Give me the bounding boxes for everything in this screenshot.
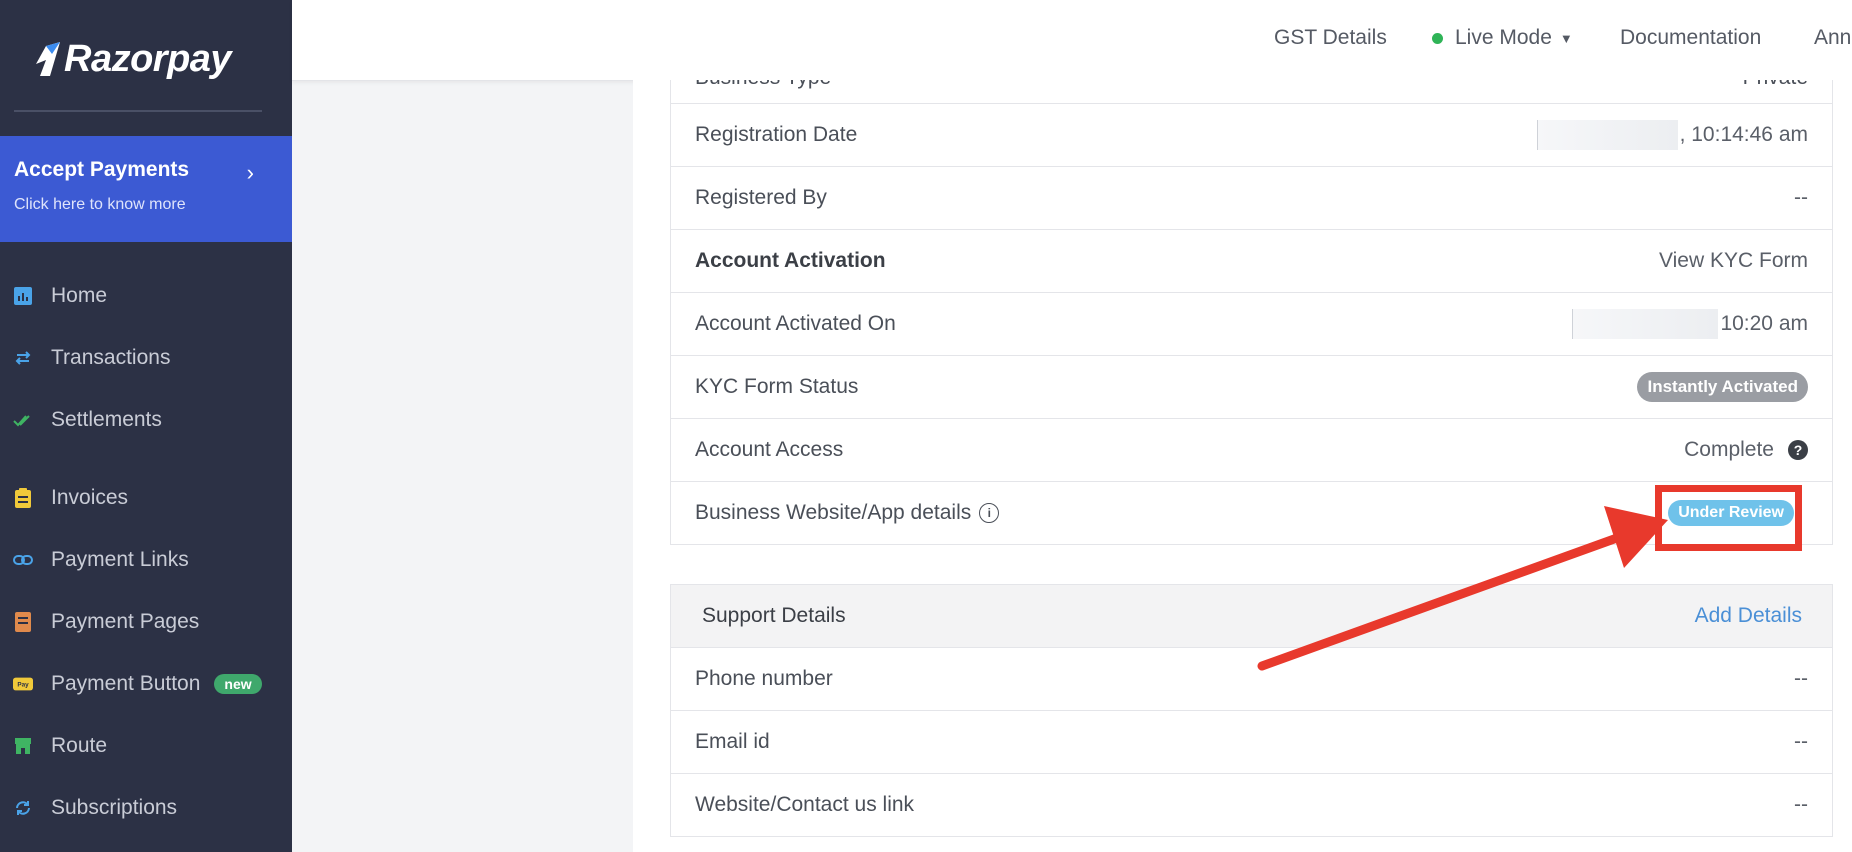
- kyc-status-badge: Instantly Activated: [1637, 372, 1808, 402]
- sidebar-item-payment-pages[interactable]: Payment Pages: [13, 604, 199, 640]
- account-activation-row: Account Activation View KYC Form: [670, 230, 1833, 293]
- kyc-form-status-row: KYC Form Status Instantly Activated: [670, 356, 1833, 419]
- account-access-row: Account Access Complete ?: [670, 419, 1833, 482]
- website-contact-row: Website/Contact us link --: [670, 774, 1833, 837]
- caret-down-icon: ▼: [1559, 30, 1573, 46]
- sidebar-item-settlements[interactable]: Settlements: [13, 402, 162, 438]
- page-icon: [13, 612, 33, 632]
- chart-icon: [13, 286, 33, 306]
- info-icon[interactable]: i: [979, 503, 1000, 523]
- activated-on-value: 10:20 am: [1572, 309, 1808, 339]
- sidebar-item-transactions[interactable]: Transactions: [13, 340, 170, 376]
- gst-details-link[interactable]: GST Details: [1274, 26, 1387, 50]
- registration-time: , 10:14:46 am: [1679, 123, 1808, 146]
- swap-icon: [13, 348, 33, 368]
- promo-title: Accept Payments: [14, 158, 190, 181]
- row-label: KYC Form Status: [695, 375, 859, 398]
- question-mark-icon[interactable]: ?: [1788, 440, 1808, 460]
- new-badge: new: [214, 674, 262, 694]
- sidebar-item-label: Settlements: [51, 408, 162, 431]
- sidebar-item-invoices[interactable]: Invoices: [13, 480, 128, 516]
- redacted-block: [1536, 120, 1678, 150]
- user-name-partial: Ann: [1814, 26, 1852, 49]
- registration-date-row: Registration Date , 10:14:46 am: [670, 104, 1833, 167]
- sidebar-item-label: Route: [51, 734, 108, 757]
- sidebar-item-label: Home: [51, 284, 108, 307]
- business-type-value: Private: [1743, 80, 1808, 90]
- svg-text:Pay: Pay: [17, 682, 29, 689]
- user-menu[interactable]: Ann: [1814, 26, 1851, 50]
- razorpay-logo[interactable]: Razorpay: [36, 34, 232, 84]
- documentation-link[interactable]: Documentation: [1620, 26, 1761, 50]
- registration-date-value: , 10:14:46 am: [1536, 120, 1808, 150]
- invoice-icon: [13, 488, 33, 508]
- section-label: Account Activation: [695, 249, 886, 272]
- support-details-title: Support Details: [702, 604, 846, 627]
- row-label: Email id: [695, 730, 770, 753]
- refresh-icon: [13, 798, 33, 818]
- top-bar: GST Details Live Mode ▼ Documentation An…: [292, 0, 1852, 81]
- sidebar-item-subscriptions[interactable]: Subscriptions: [13, 790, 177, 826]
- documentation-label: Documentation: [1620, 26, 1762, 49]
- sidebar-item-label: Payment Pages: [51, 610, 200, 633]
- business-type-row: Business Type Private: [670, 80, 1833, 104]
- annotation-highlight-box: [1655, 485, 1802, 551]
- sidebar-divider: [14, 110, 262, 112]
- row-value: --: [1794, 667, 1808, 690]
- sidebar-item-label: Payment Button: [51, 672, 201, 695]
- sidebar-item-home[interactable]: Home: [13, 278, 107, 314]
- account-access-value: Complete: [1684, 438, 1774, 461]
- add-details-link[interactable]: Add Details: [1695, 604, 1802, 628]
- live-mode-label: Live Mode: [1455, 26, 1552, 49]
- store-icon: [13, 736, 33, 756]
- redacted-block: [1572, 309, 1719, 339]
- sidebar-item-route[interactable]: Route: [13, 728, 107, 764]
- row-value: --: [1794, 730, 1808, 753]
- row-value: --: [1794, 793, 1808, 816]
- chevron-right-icon: ›: [246, 160, 254, 185]
- sidebar-item-payment-links[interactable]: Payment Links: [13, 542, 189, 578]
- activated-time: 10:20 am: [1720, 312, 1808, 335]
- sidebar-item-label: Invoices: [51, 486, 129, 509]
- promo-subtitle: Click here to know more: [14, 196, 186, 213]
- sidebar-item-label: Subscriptions: [51, 796, 178, 819]
- row-label: Phone number: [695, 667, 833, 690]
- pay-button-icon: Pay: [13, 674, 33, 694]
- live-status-dot-icon: [1432, 32, 1443, 44]
- view-kyc-form-link[interactable]: View KYC Form: [1659, 249, 1808, 273]
- sidebar-item-payment-button[interactable]: Pay Payment Button new: [13, 666, 262, 702]
- sidebar-item-label: Payment Links: [51, 548, 189, 571]
- logo-text: Razorpay: [64, 37, 232, 80]
- double-check-icon: [13, 410, 33, 430]
- link-icon: [13, 550, 33, 570]
- row-value: --: [1794, 186, 1808, 209]
- row-label: Account Access: [695, 438, 844, 461]
- row-label: Registered By: [695, 186, 827, 209]
- gst-details-label: GST Details: [1274, 26, 1387, 49]
- live-mode-dropdown[interactable]: Live Mode ▼: [1432, 26, 1573, 50]
- support-details-header: Support Details Add Details: [670, 584, 1833, 648]
- row-label: Account Activated On: [695, 312, 896, 335]
- row-label: Website/Contact us link: [695, 793, 915, 816]
- phone-number-row: Phone number --: [670, 648, 1833, 711]
- email-id-row: Email id --: [670, 711, 1833, 774]
- row-label: Business Website/App details: [695, 501, 972, 524]
- registered-by-row: Registered By --: [670, 167, 1833, 230]
- sidebar-item-label: Transactions: [51, 346, 171, 369]
- account-activated-on-row: Account Activated On 10:20 am: [670, 293, 1833, 356]
- row-label: Registration Date: [695, 123, 858, 146]
- sidebar: Razorpay Accept Payments Click here to k…: [0, 0, 292, 852]
- accept-payments-promo[interactable]: Accept Payments Click here to know more …: [0, 136, 292, 242]
- business-type-label: Business Type: [695, 80, 831, 90]
- razorpay-logo-icon: [36, 42, 60, 76]
